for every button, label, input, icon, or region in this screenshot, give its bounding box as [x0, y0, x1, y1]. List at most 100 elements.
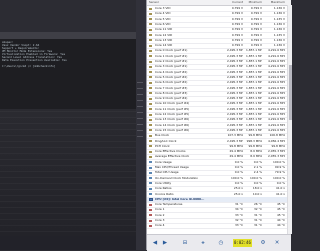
- sensor-label: Max CPU/Thread Usage: [155, 165, 189, 169]
- voltage-icon: [149, 18, 152, 21]
- thermometer-icon: [149, 214, 152, 217]
- sensor-label: Core Usage: [155, 159, 172, 164]
- value-maximum: 1.136 V: [273, 27, 285, 32]
- value-current: 34 °C: [234, 207, 243, 212]
- arrow-right-icon: ▶: [162, 240, 168, 246]
- voltage-icon: [149, 49, 152, 52]
- value-minimum: 31 °C: [253, 218, 262, 222]
- thermometer-icon: [149, 203, 152, 206]
- value-current: 0.799 V: [231, 43, 243, 48]
- network-icon: ⚹: [201, 240, 205, 246]
- usage-icon: [149, 187, 152, 190]
- value-current: 2,495.3 MHz: [227, 85, 243, 90]
- value-current: 25.0 x: [233, 186, 243, 191]
- value-current: 0.0 %: [234, 170, 243, 175]
- value-current: 2,495.3 MHz: [227, 48, 243, 53]
- value-current: 2,495.3 MHz: [227, 80, 243, 85]
- column-header-minimum[interactable]: Minimum: [246, 0, 262, 5]
- value-minimum: 0.799 V: [250, 16, 262, 21]
- value-current: 0.0 %: [234, 159, 243, 164]
- value-current: 0.0 %: [234, 180, 243, 185]
- grip-handle[interactable]: [137, 82, 143, 142]
- value-maximum: 2,055.3 MHz: [268, 154, 285, 159]
- value-minimum: 1,857.1 MHz: [246, 122, 262, 127]
- scrollbar-thumb[interactable]: [288, 65, 292, 120]
- thermometer-icon: [149, 208, 152, 211]
- value-maximum: 4,291.6 MHz: [268, 112, 285, 116]
- voltage-icon: [149, 12, 152, 15]
- sensor-label: Core 4 Clock (perf #2): [155, 69, 188, 74]
- taskbar-area: [0, 236, 136, 250]
- terminal-prompt: C:\Users\rg>cmd /c [mdmcheckinfo]: [2, 64, 56, 68]
- value-current: 33 °C: [234, 212, 243, 217]
- sensor-label: Core 6 VID: [155, 21, 171, 26]
- value-current: 2,495.3 MHz: [227, 117, 243, 122]
- close-button[interactable]: ✕: [273, 239, 281, 247]
- value-current: 107.3 MHz: [227, 133, 243, 138]
- gear-icon: ⚙: [260, 240, 266, 246]
- value-maximum: 4,291.6 MHz: [268, 69, 285, 74]
- sensor-label: Average Effective Clock: [155, 154, 190, 159]
- vertical-scrollbar[interactable]: [287, 5, 292, 234]
- value-minimum: 1,857.1 MHz: [246, 69, 262, 74]
- voltage-icon: [149, 23, 152, 26]
- reset-button[interactable]: ◷: [217, 239, 225, 247]
- value-minimum: 1,857.1 MHz: [246, 112, 262, 116]
- value-minimum: 2.4 %: [253, 170, 262, 175]
- voltage-icon: [149, 102, 152, 105]
- value-current: 0.799 V: [231, 16, 243, 21]
- value-maximum: 99.8 MHz: [271, 143, 285, 148]
- column-header-maximum[interactable]: Maximum: [268, 0, 285, 5]
- value-minimum: 0.799 V: [250, 32, 262, 37]
- nav-back-button[interactable]: ◀: [151, 239, 159, 247]
- value-maximum: 1.135 V: [273, 16, 285, 21]
- value-maximum: 4,291.6 MHz: [268, 101, 285, 106]
- value-maximum: 44 °C: [276, 218, 285, 222]
- sensor-label: Core 15 Clock (perf #6): [155, 127, 190, 132]
- voltage-icon: [149, 65, 152, 68]
- terminal-window[interactable]: sbspec: Vasz Vendor Vnopt: 2.64 Support …: [0, 39, 136, 109]
- voltage-icon: [149, 124, 152, 127]
- value-maximum: 4,291.6 MHz: [268, 127, 285, 132]
- sensor-label: On-Demand Clock Modulation: [155, 175, 199, 180]
- value-minimum: 998.3 MHz: [246, 138, 262, 143]
- value-minimum: 0.799 V: [250, 11, 262, 16]
- value-maximum: 4,056.4 MHz: [268, 138, 285, 143]
- sensor-label: Core Effective Clocks: [155, 149, 186, 154]
- value-minimum: 1,857.1 MHz: [246, 117, 262, 122]
- sensor-label: Core 10 Clock (perf #4): [155, 101, 190, 106]
- value-maximum: 1.135 V: [273, 32, 285, 37]
- value-current: 2,495.3 MHz: [227, 64, 243, 69]
- value-current: 31 °C: [234, 202, 243, 207]
- value-minimum: 0.0 %: [253, 180, 262, 185]
- nav-forward-button[interactable]: ▶: [161, 239, 169, 247]
- settings-button[interactable]: ⚙: [259, 239, 267, 247]
- sensor-layout-button[interactable]: ⊟: [181, 239, 189, 247]
- sensor-label: Core 12 Clock (perf #5): [155, 112, 190, 116]
- sensor-label: Core 8 Clock (perf #3): [155, 90, 188, 95]
- value-maximum: 45 °C: [276, 202, 285, 207]
- value-maximum: 1.136 V: [273, 43, 285, 48]
- value-maximum: 0.0 %: [276, 180, 285, 185]
- voltage-icon: [149, 81, 152, 84]
- value-maximum: 4,291.6 MHz: [268, 96, 285, 101]
- sensor-label: Core 11 VID: [155, 27, 173, 32]
- network-button[interactable]: ⚹: [199, 239, 207, 247]
- sensor-label: Core 7 Clock (perf #3): [155, 85, 188, 90]
- column-header-current[interactable]: Current: [227, 0, 243, 5]
- voltage-icon: [149, 108, 152, 111]
- value-current: 2,495.3 MHz: [227, 69, 243, 74]
- cpu-chip-icon: [149, 197, 153, 201]
- value-minimum: 10.0 x: [252, 191, 262, 196]
- value-maximum: 41.0 x: [275, 191, 285, 196]
- value-maximum: 1.136 V: [273, 6, 285, 10]
- value-maximum: 100.0 %: [273, 175, 285, 180]
- value-current: 0.799 V: [231, 27, 243, 32]
- value-current: 2,495.3 MHz: [227, 138, 243, 143]
- value-current: 0.799 V: [231, 21, 243, 26]
- voltage-icon: [149, 150, 152, 153]
- table-row[interactable]: Core 4 33 °C 31 °C 44 °C: [147, 223, 291, 230]
- value-minimum: 18.0 x: [252, 186, 262, 191]
- column-header-sensor[interactable]: Sensor: [149, 0, 189, 5]
- value-maximum: 45 °C: [276, 207, 285, 212]
